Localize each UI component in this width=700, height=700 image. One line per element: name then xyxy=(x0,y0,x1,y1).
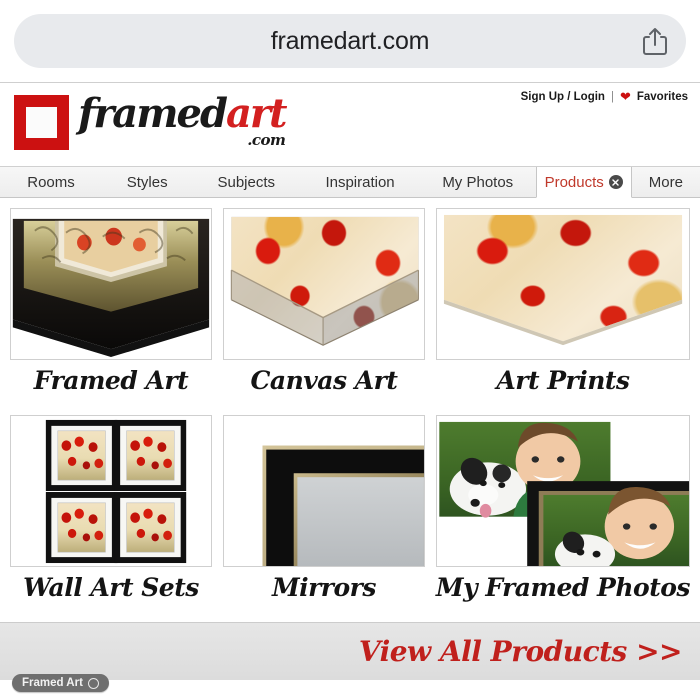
framed-art-thumbnail xyxy=(10,208,212,360)
header-top-links: Sign Up / Login | ❤ Favorites xyxy=(521,90,688,103)
nav-tab-more-label: More xyxy=(648,173,683,191)
gallery-wrapped-canvas-icon xyxy=(223,209,424,359)
main-navigation: Rooms Styles Subjects Inspiration My Pho… xyxy=(0,166,700,198)
product-label-my-framed-photos: My Framed Photos xyxy=(435,573,691,602)
product-tile-framed-art[interactable]: Framed Art xyxy=(10,208,212,415)
product-label-wall-art-sets: Wall Art Sets xyxy=(23,573,199,602)
product-grid: Framed Art Canvas Art Art Prints Wall Ar… xyxy=(0,198,700,622)
product-label-mirrors: Mirrors xyxy=(271,573,376,602)
product-tile-wall-art-sets[interactable]: Wall Art Sets xyxy=(10,415,212,622)
status-badge-label: Framed Art xyxy=(22,677,83,689)
product-label-framed-art: Framed Art xyxy=(33,366,189,395)
nav-tab-my-photos-label: My Photos xyxy=(442,173,514,191)
view-all-products-bar[interactable]: View All Products >> xyxy=(0,622,700,680)
mirrors-thumbnail xyxy=(222,415,425,567)
screen: framedart.com framedart .com Sign Up / L… xyxy=(0,0,700,700)
art-prints-thumbnail xyxy=(435,208,690,360)
nav-tab-products[interactable]: Products xyxy=(535,167,632,198)
link-separator: | xyxy=(610,90,614,103)
mirror-frame-corner-icon xyxy=(223,416,424,566)
share-icon[interactable] xyxy=(642,26,668,56)
nav-tab-subjects[interactable]: Subjects xyxy=(192,167,300,197)
heart-icon: ❤ xyxy=(619,89,631,104)
product-tile-my-framed-photos[interactable]: My Framed Photos xyxy=(435,415,691,622)
logo-word-main: framed xyxy=(78,90,228,137)
boy-with-dog-photo-icon xyxy=(436,416,689,566)
url-text: framedart.com xyxy=(270,26,430,55)
nav-tab-styles-label: Styles xyxy=(126,173,168,191)
logo-square-icon xyxy=(14,95,69,150)
signup-login-link[interactable]: Sign Up / Login xyxy=(521,91,605,103)
ornate-gold-frame-corner-icon xyxy=(11,209,211,359)
nav-tab-products-label: Products xyxy=(544,173,604,191)
product-label-art-prints: Art Prints xyxy=(496,366,630,395)
logo-square-inner xyxy=(26,107,57,138)
flat-poppy-print-icon xyxy=(436,209,689,359)
site-header: framedart .com Sign Up / Login | ❤ Favor… xyxy=(0,82,700,241)
logo-wordmark: framedart .com xyxy=(78,90,287,153)
canvas-art-thumbnail xyxy=(222,208,425,360)
loading-circle-icon xyxy=(87,677,99,689)
logo-tld: .com xyxy=(247,131,286,149)
product-label-canvas-art: Canvas Art xyxy=(250,366,398,395)
wall-art-sets-thumbnail xyxy=(10,415,212,567)
logo-word-accent: art xyxy=(225,90,287,137)
address-bar[interactable]: framedart.com xyxy=(14,14,686,68)
nav-tab-styles[interactable]: Styles xyxy=(102,167,192,197)
nav-tab-subjects-label: Subjects xyxy=(217,173,276,191)
product-tile-canvas-art[interactable]: Canvas Art xyxy=(222,208,425,415)
my-framed-photos-thumbnail xyxy=(435,415,690,567)
nav-tab-rooms-label: Rooms xyxy=(27,173,75,191)
favorites-link[interactable]: Favorites xyxy=(637,91,688,103)
status-badge: Framed Art xyxy=(12,674,109,692)
four-framed-prints-icon xyxy=(11,416,211,566)
nav-tab-my-photos[interactable]: My Photos xyxy=(420,167,536,197)
site-logo[interactable]: framedart .com xyxy=(14,90,287,153)
view-all-products-link[interactable]: View All Products >> xyxy=(359,635,683,668)
nav-tab-more[interactable]: More xyxy=(632,167,700,197)
close-circle-icon[interactable] xyxy=(608,175,623,189)
nav-tab-rooms[interactable]: Rooms xyxy=(0,167,102,197)
product-tile-mirrors[interactable]: Mirrors xyxy=(222,415,425,622)
nav-tab-inspiration[interactable]: Inspiration xyxy=(300,167,420,197)
product-tile-art-prints[interactable]: Art Prints xyxy=(435,208,690,415)
browser-toolbar: framedart.com xyxy=(0,0,700,82)
nav-tab-inspiration-label: Inspiration xyxy=(325,173,395,191)
